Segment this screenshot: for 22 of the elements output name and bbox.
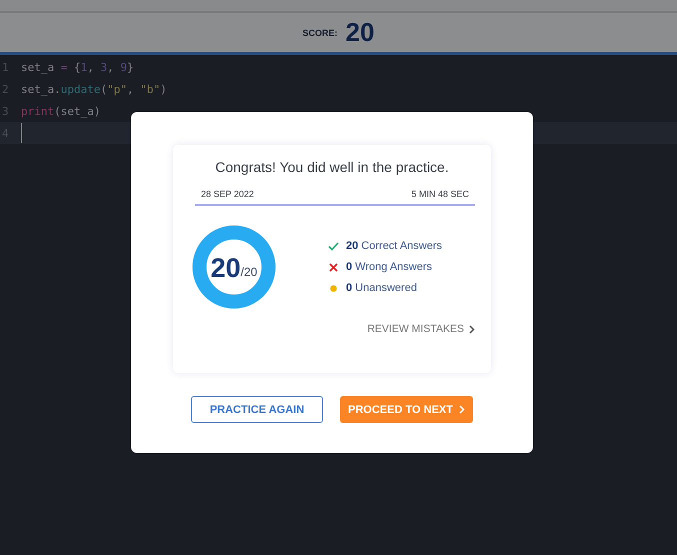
text-cursor [21,123,22,143]
cross-icon [328,262,339,272]
score-value: 20 [210,252,241,284]
check-icon [328,242,339,250]
dialog-title: Congrats! You did well in the practice. [214,159,450,175]
score-value: 20 [346,17,374,48]
code-text: print(set_a) [21,104,100,118]
review-mistakes-link[interactable]: REVIEW MISTAKES [367,323,475,335]
stat-text: 0 Wrong Answers [346,261,432,273]
retry-button[interactable]: PRACTICE AGAIN [191,396,323,423]
chevron-icon [469,324,475,334]
stat-text: 20 Correct Answers [346,240,442,252]
dot-icon [328,284,339,292]
stat-text: 0 Unanswered [346,282,417,294]
score-total: /20 [240,265,258,279]
score-label: SCORE: [302,28,338,38]
chevron-icon [458,405,465,414]
practice-date: 28 SEP 2022 [201,189,254,199]
code-text: set_a = {1, 3, 9} [21,60,134,74]
code-text: set_a.update("p", "b") [21,82,167,96]
proceed-button[interactable]: PROCEED TO NEXT [340,396,473,423]
practice-duration: 5 MIN 48 SEC [411,189,469,199]
